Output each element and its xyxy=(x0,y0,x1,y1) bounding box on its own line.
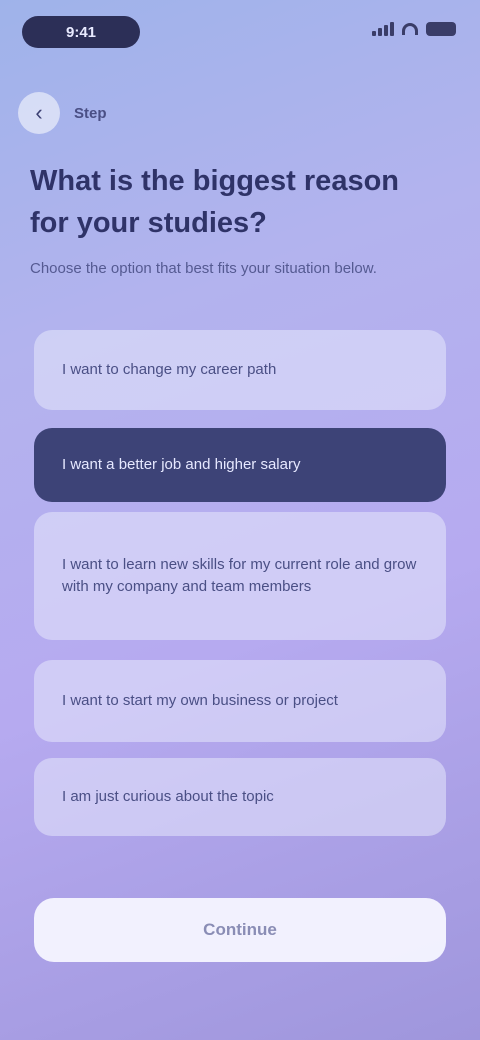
back-arrow-icon: ‹ xyxy=(35,100,43,125)
option-label: I am just curious about the topic xyxy=(62,788,274,805)
option-5[interactable]: I am just curious about the topic xyxy=(34,758,446,836)
status-icons xyxy=(372,22,456,36)
status-time: 9:41 xyxy=(22,16,140,48)
option-label: I want to start my own business or proje… xyxy=(62,692,338,709)
option-label: I want to change my career path xyxy=(62,361,277,378)
header-row: ‹ Step xyxy=(18,92,107,134)
question-subtitle: Choose the option that best fits your si… xyxy=(30,260,377,277)
back-button[interactable]: ‹ xyxy=(18,92,60,134)
option-4[interactable]: I want to start my own business or proje… xyxy=(34,660,446,742)
signal-icon xyxy=(372,22,394,36)
continue-button[interactable]: Continue xyxy=(34,898,446,962)
wifi-icon xyxy=(402,23,418,35)
option-2-selected[interactable]: I want a better job and higher salary xyxy=(34,428,446,502)
option-3[interactable]: I want to learn new skills for my curren… xyxy=(34,512,446,640)
question-title: What is the biggest reason for your stud… xyxy=(30,165,399,239)
option-1[interactable]: I want to change my career path xyxy=(34,330,446,410)
battery-icon xyxy=(426,22,456,36)
option-label: I want a better job and higher salary xyxy=(62,456,301,473)
option-label: I want to learn new skills for my curren… xyxy=(62,556,417,595)
step-label: Step xyxy=(74,104,107,122)
status-bar: 9:41 xyxy=(0,0,480,60)
